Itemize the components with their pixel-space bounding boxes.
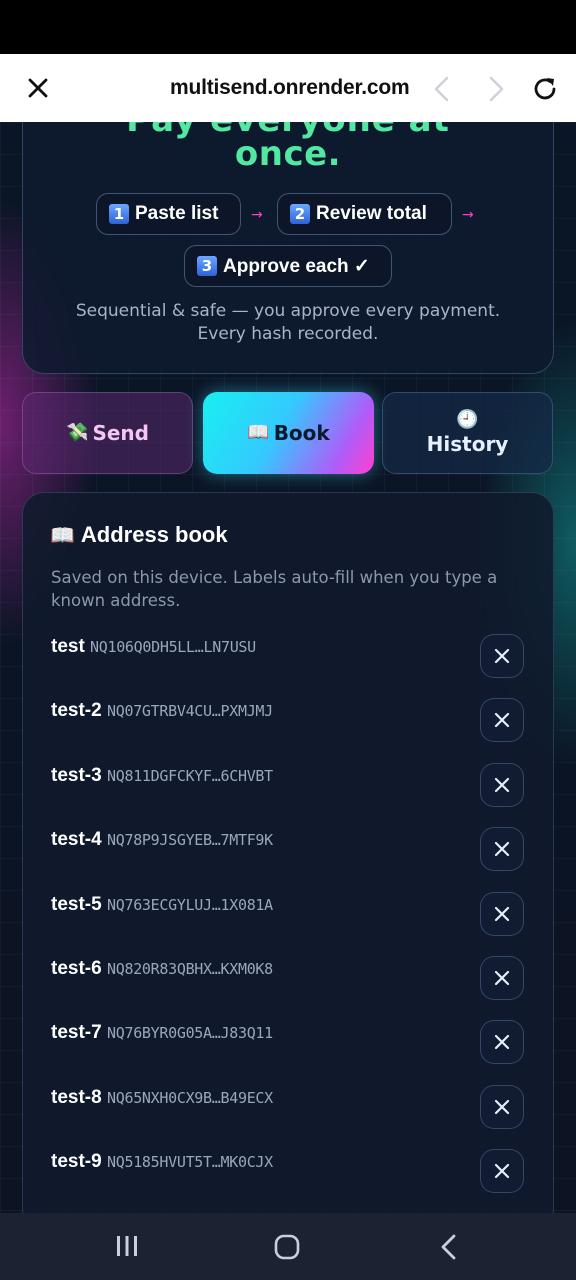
- close-icon: [494, 777, 510, 792]
- money-icon: 💸: [66, 422, 89, 443]
- address-value: NQ763ECGYLUJ…1X081A: [107, 895, 273, 914]
- address-label: test-6: [51, 958, 102, 979]
- tab-label: Send: [92, 421, 149, 445]
- address-value: NQ106Q0DH5LL…LN7USU: [90, 638, 256, 656]
- reload-icon[interactable]: [530, 74, 560, 104]
- step-review-total: 2 Review total: [277, 193, 452, 235]
- close-icon: [494, 713, 510, 728]
- tab-history[interactable]: 🕘 History: [382, 392, 553, 474]
- address-label: test-7: [51, 1022, 102, 1044]
- close-icon[interactable]: [22, 72, 54, 104]
- book-icon: 📖: [247, 422, 270, 443]
- delete-address-button[interactable]: [480, 698, 524, 743]
- address-label: test-4: [51, 829, 102, 851]
- address-book-title: 📖 Address book: [50, 522, 228, 548]
- step-arrow-icon: →: [462, 207, 474, 223]
- delete-address-button[interactable]: [480, 956, 524, 1000]
- close-icon: [494, 970, 510, 986]
- address-entry: test-8 NQ65NXH0CX9B…B49ECX: [51, 1084, 531, 1135]
- close-icon: [494, 1099, 510, 1114]
- step-label: Paste list: [135, 203, 219, 224]
- hero-subtitle-line1: Sequential & safe — you approve every pa…: [75, 301, 501, 321]
- delete-address-button[interactable]: [480, 891, 524, 936]
- back-icon[interactable]: [437, 1233, 461, 1261]
- tab-send[interactable]: 💸 Send: [22, 392, 193, 474]
- address-entry: test-7 NQ76BYR0G05A…J83Q11: [51, 1020, 531, 1070]
- address-label: test-3: [51, 764, 102, 786]
- address-entry: test-6 NQ820R83QBHX…KXM0K8: [51, 956, 531, 1006]
- step-number-badge: 2: [290, 204, 310, 224]
- address-book-heading: Address book: [80, 522, 228, 547]
- system-navigation-bar: [0, 1213, 576, 1280]
- browser-toolbar: multisend.onrender.com: [0, 54, 576, 122]
- address-label: test-5: [51, 893, 102, 915]
- address-entry: test-2 NQ07GTRBV4CU…PXMJMJ: [51, 698, 531, 748]
- delete-address-button[interactable]: [480, 1149, 524, 1194]
- address-entry: test-9 NQ5185HVUT5T…MK0CJX: [51, 1149, 531, 1199]
- url-display[interactable]: multisend.onrender.com: [170, 76, 410, 100]
- address-value: NQ65NXH0CX9B…B49ECX: [107, 1088, 273, 1107]
- close-icon: [494, 842, 510, 857]
- home-icon[interactable]: [273, 1233, 301, 1261]
- step-number-badge: 1: [109, 204, 129, 224]
- forward-arrow-icon[interactable]: [482, 74, 510, 104]
- step-approve-each: 3 Approve each ✓: [184, 245, 392, 287]
- tab-book[interactable]: 📖 Book: [203, 392, 374, 474]
- page-viewport: Pay everyone at once. 1 Paste list → 2 R…: [0, 122, 576, 1213]
- recent-apps-icon[interactable]: [114, 1233, 140, 1259]
- delete-address-button[interactable]: [480, 762, 524, 807]
- address-value: NQ811DGFCKYF…6CHVBT: [107, 766, 273, 785]
- step-paste-list: 1 Paste list: [96, 193, 241, 235]
- address-label: test-2: [51, 700, 102, 722]
- status-bar: [0, 0, 576, 54]
- tab-label: History: [426, 432, 509, 456]
- address-book-description: Saved on this device. Labels auto-fill w…: [51, 568, 498, 610]
- step-number-badge: 3: [197, 256, 217, 276]
- address-value: NQ78P9JSGYEB…7MTF9K: [107, 831, 273, 850]
- address-value: NQ07GTRBV4CU…PXMJMJ: [107, 702, 273, 721]
- delete-address-button[interactable]: [480, 634, 524, 678]
- book-icon: 📖: [50, 523, 75, 547]
- address-value: NQ5185HVUT5T…MK0CJX: [107, 1153, 273, 1172]
- hero-subtitle-line2: Every hash recorded.: [197, 324, 379, 344]
- close-icon: [494, 1164, 510, 1179]
- address-entry: test-5 NQ763ECGYLUJ…1X081A: [51, 891, 531, 942]
- address-value: NQ820R83QBHX…KXM0K8: [107, 960, 273, 978]
- back-arrow-icon[interactable]: [428, 74, 456, 104]
- address-label: test-9: [51, 1151, 102, 1173]
- address-label: test: [51, 636, 85, 657]
- clock-icon: 🕘: [456, 409, 479, 430]
- address-entry: test NQ106Q0DH5LL…LN7USU: [51, 634, 531, 684]
- step-label: Approve each ✓: [223, 255, 370, 277]
- delete-address-button[interactable]: [480, 827, 524, 872]
- close-icon: [494, 906, 510, 921]
- hero-title: once.: [234, 134, 342, 174]
- address-label: test-8: [51, 1086, 102, 1108]
- step-label: Review total: [316, 203, 427, 224]
- delete-address-button[interactable]: [480, 1020, 524, 1065]
- tab-label: Book: [273, 421, 330, 445]
- address-value: NQ76BYR0G05A…J83Q11: [107, 1024, 273, 1043]
- address-entry: test-4 NQ78P9JSGYEB…7MTF9K: [51, 827, 531, 877]
- close-icon: [494, 1035, 510, 1050]
- address-entry: test-3 NQ811DGFCKYF…6CHVBT: [51, 762, 531, 813]
- step-arrow-icon: →: [251, 207, 263, 223]
- close-icon: [494, 648, 510, 664]
- delete-address-button[interactable]: [480, 1084, 524, 1129]
